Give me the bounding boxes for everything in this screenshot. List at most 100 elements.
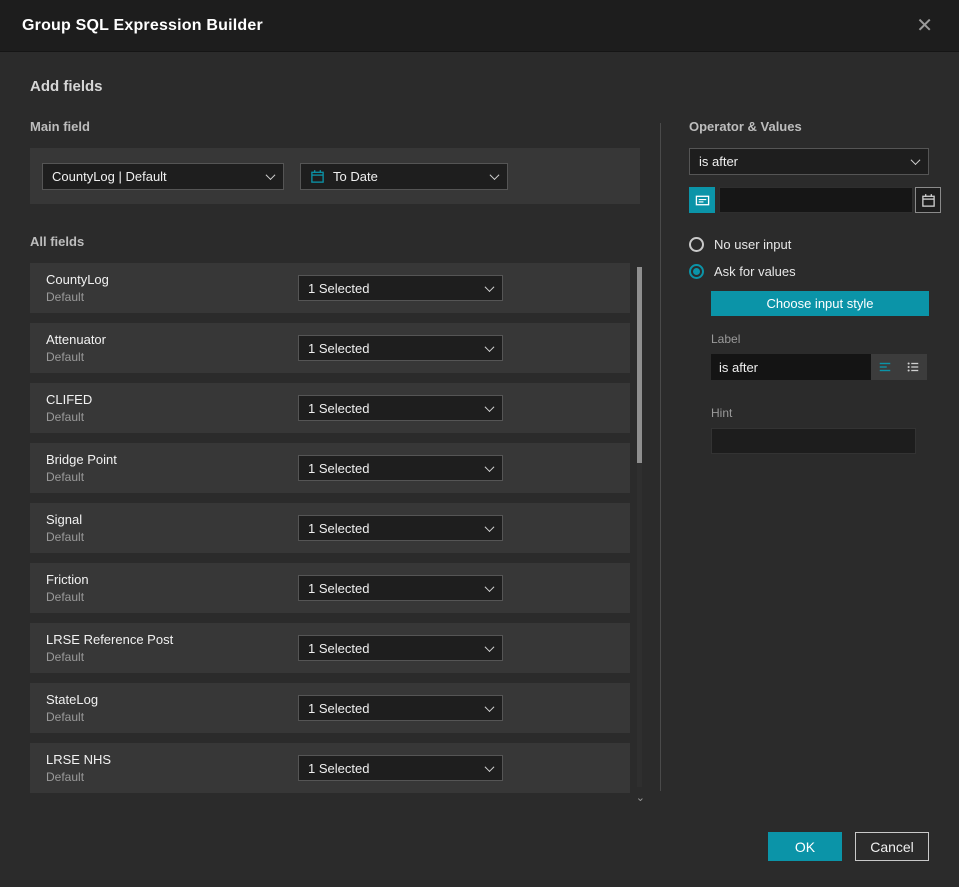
list-style-button[interactable] (899, 354, 927, 380)
operator-select[interactable]: is after (689, 148, 929, 175)
field-name: Friction (46, 572, 89, 587)
field-name: LRSE NHS (46, 752, 112, 767)
field-selected-value: 1 Selected (308, 340, 370, 356)
chevron-down-icon (484, 521, 495, 532)
field-name: CLIFED (46, 392, 93, 407)
chevron-down-icon (484, 281, 495, 292)
close-button[interactable]: ✕ (912, 12, 937, 40)
label-input-row (711, 354, 929, 380)
field-selected-value: 1 Selected (308, 520, 370, 536)
field-row: CLIFED Default 1 Selected (30, 383, 630, 433)
dialog-body: Add fields Main field CountyLog | Defaul… (0, 52, 959, 804)
operator-select-value: is after (699, 154, 739, 169)
radio-selected-icon (689, 264, 704, 279)
chevron-down-icon (484, 461, 495, 472)
ask-for-values-label: Ask for values (714, 264, 796, 279)
calendar-icon (311, 169, 324, 183)
field-selected-dropdown[interactable]: 1 Selected (298, 575, 503, 601)
add-fields-heading: Add fields (30, 78, 103, 95)
field-name: LRSE Reference Post (46, 632, 174, 647)
field-selected-value: 1 Selected (308, 580, 370, 596)
chevron-down-icon (489, 169, 500, 180)
ok-button[interactable]: OK (768, 832, 842, 861)
field-subtitle: Default (46, 350, 85, 364)
chevron-down-icon (484, 341, 495, 352)
field-subtitle: Default (46, 290, 85, 304)
field-row: LRSE NHS Default 1 Selected (30, 743, 630, 793)
field-name: StateLog (46, 692, 99, 707)
form-input-icon (695, 195, 709, 205)
chevron-down-icon (484, 401, 495, 412)
field-name: Bridge Point (46, 452, 117, 467)
value-input[interactable] (719, 187, 913, 213)
chevron-down-icon (484, 641, 495, 652)
value-input-row (689, 187, 941, 213)
main-field-panel: CountyLog | Default To Date (30, 148, 640, 204)
field-selected-dropdown[interactable]: 1 Selected (298, 455, 503, 481)
label-input[interactable] (711, 354, 871, 380)
field-selected-value: 1 Selected (308, 760, 370, 776)
all-fields-list: CountyLog Default 1 Selected Attenuator Defa… (30, 263, 642, 793)
input-style-group (871, 354, 927, 380)
radio-icon (689, 237, 704, 252)
ask-for-values-radio[interactable]: Ask for values (689, 264, 929, 279)
field-row: LRSE Reference Post Default 1 Selected (30, 623, 630, 673)
choose-input-style-button[interactable]: Choose input style (711, 291, 929, 316)
no-user-input-radio[interactable]: No user input (689, 237, 929, 252)
chevron-down-icon (484, 761, 495, 772)
field-subtitle: Default (46, 710, 85, 724)
scrollbar-thumb[interactable] (637, 267, 642, 463)
field-selected-dropdown[interactable]: 1 Selected (298, 335, 503, 361)
field-subtitle: Default (46, 650, 85, 664)
field-subtitle: Default (46, 470, 85, 484)
field-row: Attenuator Default 1 Selected (30, 323, 630, 373)
dialog-footer: OK Cancel (768, 832, 929, 861)
single-line-style-button[interactable] (871, 354, 899, 380)
operator-values-label: Operator & Values (689, 119, 802, 134)
field-row: StateLog Default 1 Selected (30, 683, 630, 733)
field-row: Bridge Point Default 1 Selected (30, 443, 630, 493)
field-selected-dropdown[interactable]: 1 Selected (298, 755, 503, 781)
field-row: Signal Default 1 Selected (30, 503, 630, 553)
group-sql-expression-builder-dialog: Group SQL Expression Builder ✕ Add field… (0, 0, 959, 887)
vertical-divider (660, 123, 661, 791)
field-row: Friction Default 1 Selected (30, 563, 630, 613)
chevron-down-icon (265, 169, 276, 180)
all-fields-list-wrap: CountyLog Default 1 Selected Attenuator Defa… (30, 263, 645, 804)
calendar-icon (921, 193, 935, 207)
hint-input[interactable] (711, 428, 916, 454)
main-field-date-value: To Date (333, 168, 378, 184)
hint-field-label: Hint (711, 406, 733, 420)
field-name: Signal (46, 512, 83, 527)
chevron-down-icon (910, 155, 921, 166)
dialog-titlebar: Group SQL Expression Builder ✕ (0, 0, 959, 52)
field-subtitle: Default (46, 590, 85, 604)
field-selected-value: 1 Selected (308, 700, 370, 716)
date-picker-button[interactable] (915, 187, 941, 213)
field-selected-dropdown[interactable]: 1 Selected (298, 275, 503, 301)
main-field-select[interactable]: CountyLog | Default (42, 162, 284, 190)
chevron-down-icon (484, 701, 495, 712)
field-name: CountyLog (46, 272, 109, 287)
field-selected-dropdown[interactable]: 1 Selected (298, 395, 503, 421)
input-style-toggle-button[interactable] (689, 187, 715, 213)
align-lines-icon (879, 362, 891, 372)
field-selected-dropdown[interactable]: 1 Selected (298, 695, 503, 721)
main-field-select-value: CountyLog | Default (52, 168, 167, 184)
field-selected-dropdown[interactable]: 1 Selected (298, 515, 503, 541)
main-field-label: Main field (30, 119, 90, 134)
field-selected-value: 1 Selected (308, 400, 370, 416)
main-field-date-select[interactable]: To Date (300, 162, 508, 190)
label-field-label: Label (711, 332, 741, 346)
dialog-title: Group SQL Expression Builder (22, 16, 263, 34)
field-subtitle: Default (46, 410, 85, 424)
field-selected-dropdown[interactable]: 1 Selected (298, 635, 503, 661)
close-icon: ✕ (916, 14, 933, 37)
field-name: Attenuator (46, 332, 106, 347)
all-fields-label: All fields (30, 234, 85, 249)
no-user-input-label: No user input (714, 237, 792, 252)
cancel-button[interactable]: Cancel (855, 832, 929, 861)
scrollbar-down-arrow-icon[interactable]: ⌄ (636, 791, 645, 804)
field-subtitle: Default (46, 530, 85, 544)
chevron-down-icon (484, 581, 495, 592)
